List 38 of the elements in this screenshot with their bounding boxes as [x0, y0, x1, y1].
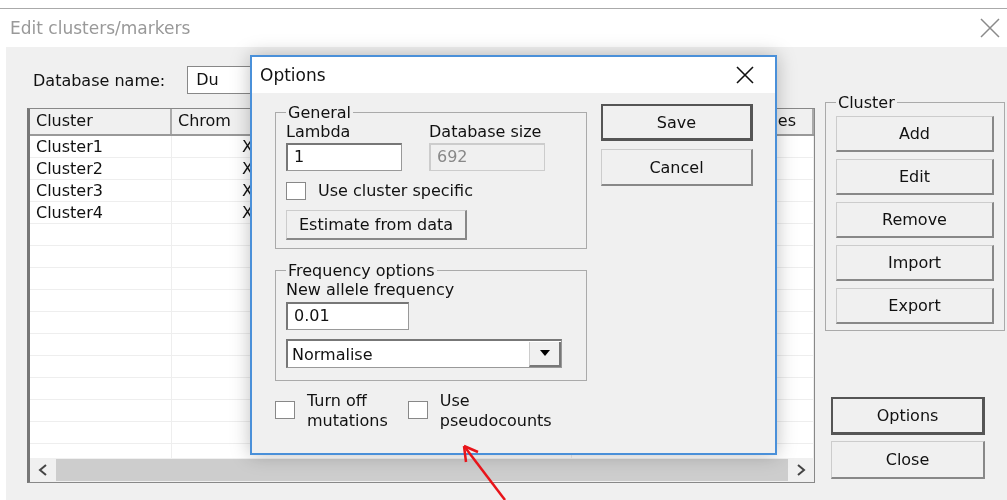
checkbox[interactable] [286, 181, 306, 200]
dialog-title: Options [260, 65, 326, 85]
table-cell: Cluster4 [36, 203, 103, 222]
method-dropdown[interactable]: Normalise [286, 339, 562, 368]
dialog-button[interactable]: Save [601, 104, 753, 141]
database-size-label: Database size [429, 122, 543, 141]
table-cell: Cluster3 [36, 181, 103, 200]
column-header[interactable]: Cluster [30, 109, 172, 134]
close-icon[interactable] [736, 66, 754, 84]
checkbox[interactable] [275, 401, 295, 419]
table-cell: Cluster1 [36, 137, 103, 156]
database-label: Database name: [33, 70, 166, 90]
horizontal-scrollbar[interactable] [30, 458, 814, 482]
group-title: Frequency options [287, 261, 436, 280]
allele-frequency-field[interactable]: 0.01 [286, 302, 409, 330]
dialog-button[interactable]: Options [831, 397, 985, 435]
checkbox-label: Use pseudocounts [439, 391, 552, 431]
checkbox-label: Use cluster specific [318, 181, 473, 200]
estimate-button[interactable]: Estimate from data [286, 210, 468, 240]
dialog-button[interactable]: Close [831, 441, 985, 479]
cluster-action-button[interactable]: Export [836, 288, 994, 324]
dialog-button[interactable]: Cancel [601, 149, 753, 186]
group-title: Cluster [837, 93, 896, 112]
scroll-left-icon[interactable] [38, 464, 48, 476]
dropdown-arrow-icon [539, 350, 550, 356]
table-cell: Cluster2 [36, 159, 103, 178]
cluster-action-button[interactable]: Edit [836, 159, 994, 195]
lambda-field[interactable]: 1 [286, 143, 402, 171]
window-title: Edit clusters/markers [10, 18, 191, 38]
scroll-right-icon[interactable] [796, 464, 806, 476]
cluster-action-button[interactable]: Remove [836, 202, 994, 238]
checkbox-label: Turn off mutations [307, 391, 388, 431]
lambda-label: Lambda [286, 122, 352, 141]
allele-frequency-label: New allele frequency [286, 280, 456, 299]
checkbox[interactable] [407, 401, 428, 419]
cluster-action-button[interactable]: Add [836, 116, 994, 152]
group-title: General [287, 103, 353, 122]
cluster-action-button[interactable]: Import [836, 245, 994, 281]
